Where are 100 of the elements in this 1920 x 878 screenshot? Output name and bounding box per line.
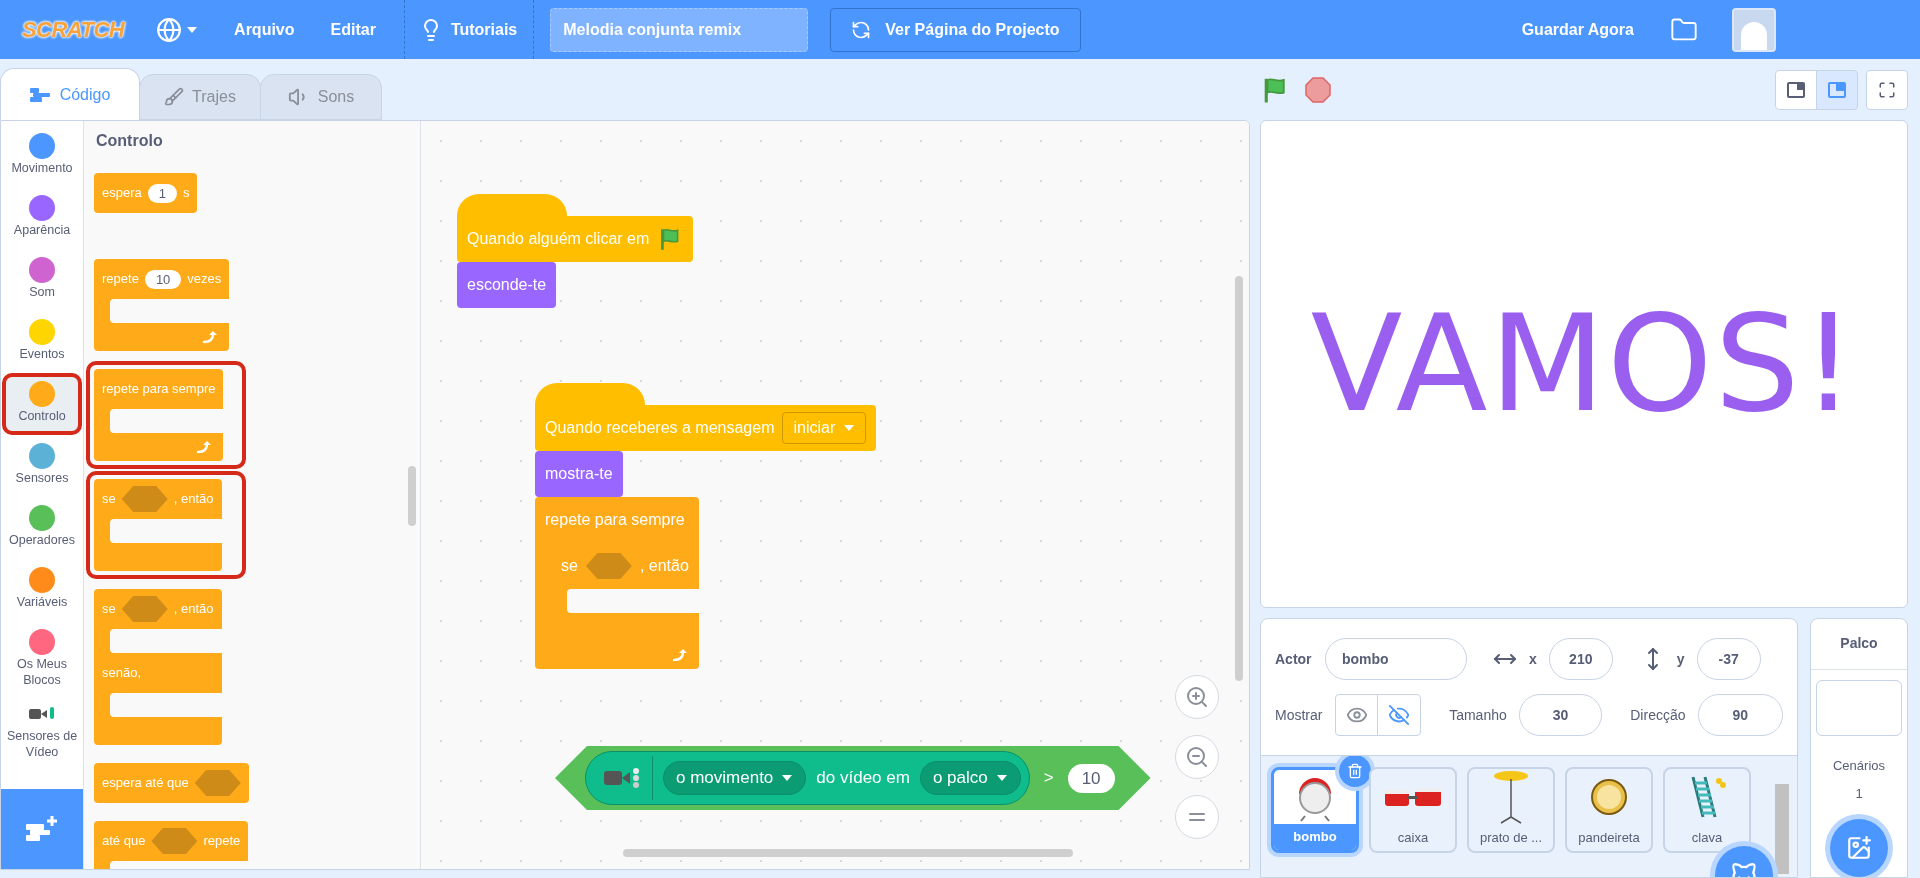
- category-item[interactable]: Sensores: [1, 435, 83, 497]
- scrollbar[interactable]: [623, 849, 1073, 857]
- sprite-tile[interactable]: clava: [1663, 767, 1751, 853]
- editor-tab[interactable]: Sons: [260, 74, 382, 120]
- category-item[interactable]: Eventos: [1, 311, 83, 373]
- block-text: do vídeo em: [816, 767, 910, 790]
- category-item[interactable]: Sensores de Vídeo: [1, 695, 83, 768]
- add-extension-button[interactable]: [1, 789, 83, 869]
- avatar[interactable]: [1732, 7, 1776, 52]
- x-label: x: [1529, 649, 1537, 669]
- category-item[interactable]: Movimento: [1, 125, 83, 187]
- backdrop-thumbnail[interactable]: [1816, 679, 1902, 736]
- backdrops-label: Cenários: [1833, 757, 1885, 775]
- actor-label: Actor: [1275, 649, 1313, 669]
- category-item[interactable]: Variáveis: [1, 559, 83, 621]
- zoom-in-button[interactable]: [1175, 675, 1219, 719]
- category-item[interactable]: Aparência: [1, 187, 83, 249]
- operator-sign: >: [1043, 767, 1054, 790]
- tutorials-button[interactable]: Tutoriais: [418, 17, 518, 42]
- backdrops-count: 1: [1855, 784, 1863, 803]
- editor-tab[interactable]: Código: [0, 68, 140, 120]
- loop-arrow-icon: [670, 647, 689, 663]
- c-block[interactable]: até que repete: [94, 821, 249, 869]
- show-label: Mostrar: [1275, 705, 1324, 725]
- sprite-tile[interactable]: caixa: [1369, 767, 1457, 853]
- category-item[interactable]: Controlo: [2, 373, 82, 435]
- block-text: vezes: [187, 270, 222, 289]
- stage-size-button[interactable]: [1775, 69, 1817, 110]
- c-block[interactable]: repete para sempre se , então: [535, 497, 699, 669]
- video-sensing-block[interactable]: o movimento do vídeo em o palco: [585, 751, 1030, 805]
- hide-button[interactable]: [1377, 694, 1422, 736]
- block-text: repete para sempre: [102, 380, 216, 399]
- c-block[interactable]: se , então senão,: [94, 589, 222, 745]
- blocks-plus-icon: [24, 814, 60, 844]
- block-text: Quando receberes a mensagem: [545, 418, 775, 438]
- code-block[interactable]: espera 1 s: [94, 173, 198, 213]
- block-text: se: [102, 600, 116, 619]
- category-item[interactable]: Som: [1, 249, 83, 311]
- category-item[interactable]: Os Meus Blocos: [1, 621, 83, 696]
- globe-icon: [156, 16, 183, 43]
- blocks-icon: [29, 86, 52, 103]
- scrollbar[interactable]: [1235, 276, 1243, 681]
- sprite-name: bombo: [1274, 824, 1356, 850]
- c-block[interactable]: se , então: [94, 479, 222, 571]
- block-text: se: [102, 490, 116, 509]
- sprite-tile[interactable]: pandeireta: [1565, 767, 1653, 853]
- show-button[interactable]: [1334, 694, 1379, 736]
- delete-button[interactable]: [1339, 756, 1371, 787]
- save-now-button[interactable]: Guardar Agora: [1521, 17, 1634, 42]
- c-block[interactable]: repete para sempre: [94, 369, 224, 461]
- number-input[interactable]: 10: [144, 269, 182, 289]
- editor-tab[interactable]: Trajes: [139, 74, 261, 120]
- code-block[interactable]: mostra-te: [535, 451, 623, 497]
- code-block[interactable]: espera até que: [94, 763, 249, 803]
- direction-label: Direcção: [1630, 705, 1686, 725]
- layout-icon: [1787, 81, 1805, 98]
- comparison-block[interactable]: o movimento do vídeo em o palco > 10: [555, 746, 1151, 810]
- block-text: senão,: [102, 664, 142, 683]
- brush-icon: [164, 87, 185, 107]
- block-text: espera até que: [102, 774, 189, 793]
- project-page-button[interactable]: Ver Página do Projecto: [830, 7, 1081, 52]
- number-input[interactable]: 1: [147, 183, 177, 203]
- caret-icon: [781, 774, 794, 782]
- reset-zoom-button[interactable]: [1175, 795, 1219, 839]
- sprite-tile[interactable]: prato de ...: [1467, 767, 1555, 853]
- sprite-name: clava: [1690, 829, 1724, 847]
- menu-item[interactable]: Arquivo: [232, 17, 297, 42]
- code-block[interactable]: esconde-te: [457, 262, 557, 308]
- block-text: mostra-te: [545, 464, 613, 484]
- palette-title: Controlo: [96, 131, 164, 151]
- zoom-in-icon: [1185, 685, 1209, 709]
- category-item[interactable]: Operadores: [1, 497, 83, 559]
- caret-icon: [186, 25, 199, 34]
- eye-off-icon: [1388, 704, 1411, 726]
- sprite-name: pandeireta: [1577, 829, 1641, 847]
- c-block[interactable]: repete 10 vezes: [94, 259, 230, 351]
- number-input[interactable]: 10: [1067, 763, 1115, 793]
- layout-icon: [1828, 81, 1846, 98]
- block-text: esconde-te: [467, 275, 547, 295]
- fullscreen-button[interactable]: [1866, 69, 1908, 110]
- trash-icon: [1347, 763, 1363, 779]
- scrollbar[interactable]: [1775, 784, 1789, 874]
- y-label: y: [1676, 649, 1685, 669]
- cymbal-icon: [1491, 769, 1531, 825]
- scrollbar[interactable]: [408, 466, 416, 526]
- camera-icon: [602, 766, 642, 790]
- menu-item[interactable]: Editar: [328, 17, 378, 42]
- block-text: Quando alguém clicar em: [467, 229, 650, 249]
- project-title-field[interactable]: Melodia conjunta remix: [550, 7, 809, 52]
- block-text: , então: [173, 490, 214, 509]
- dropdown[interactable]: o movimento: [663, 761, 807, 795]
- zoom-out-button[interactable]: [1175, 735, 1219, 779]
- block-text: s: [183, 184, 190, 203]
- tambourine-icon: [1589, 777, 1629, 817]
- block-text: , então: [639, 556, 689, 576]
- block-text: , então: [173, 600, 214, 619]
- dropdown[interactable]: o palco: [919, 761, 1021, 795]
- size-label: Tamanho: [1449, 705, 1507, 725]
- stop-icon[interactable]: [1304, 75, 1332, 104]
- language-button[interactable]: [156, 16, 199, 43]
